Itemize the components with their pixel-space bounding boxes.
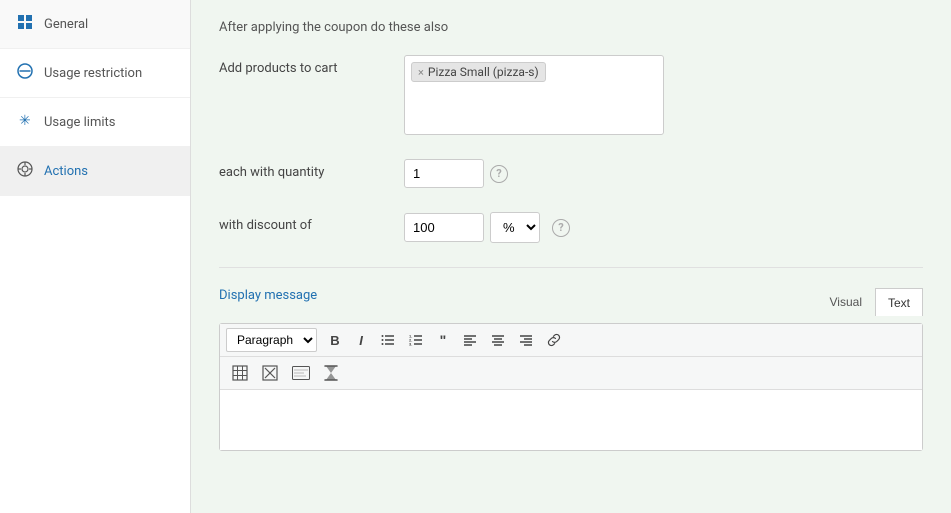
- italic-button[interactable]: I: [349, 328, 373, 352]
- usage-restriction-icon: [16, 63, 34, 83]
- link-button[interactable]: [541, 328, 567, 352]
- discount-label: with discount of: [219, 212, 404, 233]
- section-title: After applying the coupon do these also: [219, 20, 923, 35]
- usage-limits-icon: ✳: [16, 112, 34, 132]
- add-products-row: Add products to cart × Pizza Small (pizz…: [219, 55, 923, 135]
- sidebar-item-label-usage-limits: Usage limits: [44, 115, 115, 130]
- tag-remove-button[interactable]: ×: [418, 66, 424, 79]
- paragraph-select[interactable]: Paragraph Heading 1 Heading 2: [226, 328, 317, 352]
- main-content: After applying the coupon do these also …: [191, 0, 951, 513]
- align-center-button[interactable]: [485, 328, 511, 352]
- editor-wrapper: Paragraph Heading 1 Heading 2 B I 1.2.3.…: [219, 323, 923, 451]
- discount-type-select[interactable]: % $: [490, 212, 540, 243]
- quantity-input[interactable]: [404, 159, 484, 188]
- display-message-section: Display message Visual Text Paragraph He…: [219, 288, 923, 451]
- align-left-button[interactable]: [457, 328, 483, 352]
- sidebar-item-general[interactable]: General: [0, 0, 190, 49]
- code-button[interactable]: [286, 361, 316, 385]
- discount-input[interactable]: [404, 213, 484, 242]
- discount-help-icon[interactable]: ?: [552, 219, 570, 237]
- add-products-label: Add products to cart: [219, 55, 404, 76]
- general-icon: [16, 14, 34, 34]
- discount-row: with discount of % $ ?: [219, 212, 923, 243]
- editor-body[interactable]: [220, 390, 922, 450]
- hourglass-button[interactable]: [318, 361, 344, 385]
- tab-text[interactable]: Text: [875, 288, 923, 316]
- editor-toolbar-row1: Paragraph Heading 1 Heading 2 B I 1.2.3.…: [220, 324, 922, 357]
- discount-input-row: % $ ?: [404, 212, 923, 243]
- add-products-control: × Pizza Small (pizza-s): [404, 55, 923, 135]
- sidebar-item-usage-restriction[interactable]: Usage restriction: [0, 49, 190, 98]
- bold-button[interactable]: B: [323, 328, 347, 352]
- display-message-label: Display message: [219, 288, 317, 303]
- sidebar-item-label-usage-restriction: Usage restriction: [44, 66, 142, 81]
- quantity-label: each with quantity: [219, 159, 404, 180]
- editor-tab-group: Visual Text: [817, 288, 923, 315]
- divider: [219, 267, 923, 268]
- tab-visual[interactable]: Visual: [817, 288, 875, 315]
- discount-control: % $ ?: [404, 212, 923, 243]
- quantity-row: each with quantity ?: [219, 159, 923, 188]
- quantity-help-icon[interactable]: ?: [490, 165, 508, 183]
- tag-input-area[interactable]: × Pizza Small (pizza-s): [404, 55, 664, 135]
- product-tag: × Pizza Small (pizza-s): [411, 62, 546, 82]
- svg-text:3.: 3.: [409, 342, 412, 347]
- quantity-control: ?: [404, 159, 923, 188]
- unordered-list-button[interactable]: [375, 328, 401, 352]
- actions-icon: [16, 161, 34, 181]
- sidebar-item-actions[interactable]: Actions: [0, 147, 190, 196]
- sidebar: General Usage restriction ✳ Usage limits: [0, 0, 191, 513]
- ordered-list-button[interactable]: 1.2.3.: [403, 328, 429, 352]
- sidebar-item-label-actions: Actions: [44, 164, 88, 179]
- sidebar-item-usage-limits[interactable]: ✳ Usage limits: [0, 98, 190, 147]
- resize-button[interactable]: [256, 361, 284, 385]
- table-button[interactable]: [226, 361, 254, 385]
- tag-label: Pizza Small (pizza-s): [428, 65, 539, 79]
- svg-text:✳: ✳: [19, 113, 31, 128]
- blockquote-button[interactable]: ": [431, 328, 455, 352]
- sidebar-item-label-general: General: [44, 17, 88, 32]
- editor-toolbar-row2: [220, 357, 922, 390]
- align-right-button[interactable]: [513, 328, 539, 352]
